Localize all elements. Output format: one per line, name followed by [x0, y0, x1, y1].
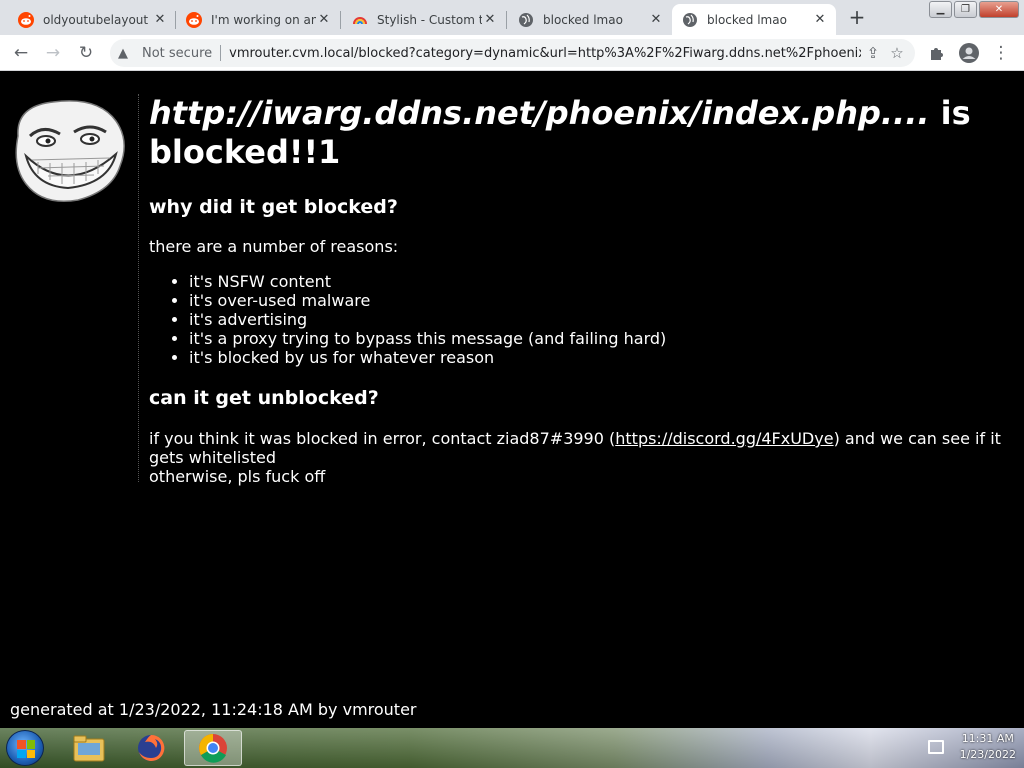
blocked-url: http://iwarg.ddns.net/phoenix/index.php.…	[149, 94, 930, 132]
page-title: http://iwarg.ddns.net/phoenix/index.php.…	[149, 94, 1019, 172]
clock-date: 1/23/2022	[959, 748, 1016, 761]
list-item: it's blocked by us for whatever reason	[189, 348, 1019, 367]
taskbar-chrome[interactable]	[184, 730, 242, 766]
vertical-divider	[138, 94, 139, 482]
globe-icon	[519, 12, 533, 27]
tab-title: blocked lmao	[543, 12, 623, 27]
chrome-icon	[199, 734, 227, 763]
share-icon[interactable]: ⇪	[861, 44, 885, 62]
network-monitor-icon[interactable]	[927, 740, 944, 754]
reasons-list: it's NSFW content it's over-used malware…	[149, 272, 1019, 367]
close-tab-icon[interactable]: ✕	[482, 12, 498, 27]
omnibox-divider	[220, 45, 222, 61]
close-tab-icon[interactable]: ✕	[152, 12, 168, 27]
minimize-button[interactable]: ▁	[929, 1, 952, 18]
unblock-text-line2: otherwise, pls fuck off	[149, 467, 326, 486]
page-content: http://iwarg.ddns.net/phoenix/index.php.…	[0, 72, 1024, 728]
trollface-image	[15, 100, 125, 202]
window-controls: ▁ ❐ ✕	[929, 1, 1019, 18]
bookmark-star-icon[interactable]: ☆	[885, 44, 909, 62]
reload-icon[interactable]: ↻	[75, 42, 97, 64]
list-item: it's over-used malware	[189, 291, 1019, 310]
tab-title: Stylish - Custom th	[377, 12, 482, 27]
globe-icon	[683, 12, 697, 27]
restore-button[interactable]: ❐	[954, 1, 977, 18]
address-bar[interactable]: ▲ Not secure vmrouter.cvm.local/blocked?…	[110, 39, 915, 67]
message-content: http://iwarg.ddns.net/phoenix/index.php.…	[149, 94, 1019, 486]
tab-separator	[506, 11, 507, 29]
reddit-icon	[186, 11, 202, 28]
clock-time: 11:31 AM	[961, 732, 1014, 745]
start-button[interactable]	[6, 730, 44, 766]
close-tab-icon[interactable]: ✕	[648, 12, 664, 27]
why-heading: why did it get blocked?	[149, 196, 398, 218]
profile-avatar-icon[interactable]	[958, 42, 980, 64]
tab-title: oldyoutubelayout	[43, 12, 149, 27]
unblock-heading: can it get unblocked?	[149, 387, 379, 409]
rainbow-icon	[353, 16, 367, 24]
url-text[interactable]: vmrouter.cvm.local/blocked?category=dyna…	[229, 46, 861, 61]
tab-blocked-active[interactable]: blocked lmao ✕	[672, 4, 836, 35]
extensions-puzzle-icon[interactable]	[926, 42, 948, 64]
back-arrow-icon[interactable]: ←	[10, 42, 32, 64]
windows-taskbar: 11:31 AM 1/23/2022	[0, 728, 1024, 768]
tab-title: I'm working on an	[211, 12, 316, 27]
firefox-icon	[138, 734, 165, 761]
close-tab-icon[interactable]: ✕	[812, 12, 828, 27]
tab-title: blocked lmao	[707, 12, 787, 27]
reddit-icon	[18, 11, 34, 28]
browser-toolbar: ← → ↻ ▲ Not secure vmrouter.cvm.local/bl…	[0, 35, 1024, 71]
list-item: it's NSFW content	[189, 272, 1019, 291]
discord-link[interactable]: https://discord.gg/4FxUDye	[615, 429, 833, 448]
tab-blocked-1[interactable]: blocked lmao ✕	[508, 4, 672, 35]
tab-separator	[340, 11, 341, 29]
system-tray: 11:31 AM 1/23/2022	[927, 731, 1016, 763]
tab-oldyoutubelayout[interactable]: oldyoutubelayout ✕	[8, 4, 176, 35]
clock[interactable]: 11:31 AM 1/23/2022	[960, 731, 1016, 763]
tab-strip: oldyoutubelayout ✕ I'm working on an ✕ S…	[0, 0, 1024, 35]
taskbar-file-explorer[interactable]	[60, 730, 118, 766]
taskbar-firefox[interactable]	[122, 730, 180, 766]
menu-kebab-icon[interactable]: ⋮	[990, 42, 1012, 64]
unblock-text-before: if you think it was blocked in error, co…	[149, 429, 616, 448]
file-explorer-icon	[73, 735, 105, 762]
close-tab-icon[interactable]: ✕	[316, 12, 332, 27]
forward-arrow-icon[interactable]: →	[42, 42, 64, 64]
generated-footer: generated at 1/23/2022, 11:24:18 AM by v…	[10, 700, 417, 719]
list-item: it's advertising	[189, 310, 1019, 329]
reasons-intro: there are a number of reasons:	[149, 237, 399, 256]
windows-logo-icon	[17, 740, 35, 758]
warning-triangle-icon[interactable]: ▲	[118, 46, 134, 61]
list-item: it's a proxy trying to bypass this messa…	[189, 329, 1019, 348]
tab-reddit-working[interactable]: I'm working on an ✕	[176, 4, 340, 35]
security-status[interactable]: Not secure	[142, 46, 212, 61]
unblock-text: if you think it was blocked in error, co…	[149, 429, 1019, 486]
tab-stylish[interactable]: Stylish - Custom th ✕	[342, 4, 506, 35]
new-tab-button[interactable]: +	[845, 6, 869, 30]
close-window-button[interactable]: ✕	[979, 1, 1019, 18]
